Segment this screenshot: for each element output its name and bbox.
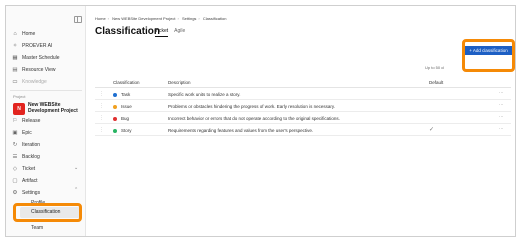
table-row[interactable]: ⋮ Issue Problems or obstacles hindering …: [95, 100, 511, 112]
table-row[interactable]: ⋮ Bug Incorrect behavior or errors that …: [95, 112, 511, 124]
more-icon[interactable]: ···: [499, 102, 504, 107]
tab-ticket[interactable]: Ticket: [155, 28, 169, 37]
project-logo: N: [13, 103, 25, 115]
color-dot: [113, 128, 117, 133]
classification-cell: Bug: [113, 116, 129, 121]
breadcrumb-settings[interactable]: Settings: [182, 16, 196, 21]
checkmark-icon: ✓: [429, 127, 435, 133]
chevron-up-icon[interactable]: ⌃: [74, 187, 78, 193]
main-content: Home › New WEBSite Development Project › S…: [87, 6, 515, 236]
breadcrumb-home[interactable]: Home: [95, 16, 106, 21]
sidebar-item-knowledge[interactable]: ▭ Knowledge: [12, 77, 82, 86]
project-name[interactable]: New WEBSite Development Project: [28, 102, 84, 114]
release-icon: ⚐: [12, 117, 18, 124]
page-title: Classification: [95, 26, 161, 37]
description-cell: Specific work units to realize a story.: [168, 92, 241, 97]
table-row[interactable]: ⋮ Story Requirements regarding features …: [95, 124, 511, 136]
sidebar-item-settings[interactable]: ⚙ Settings: [12, 188, 82, 197]
breadcrumb-project[interactable]: New WEBSite Development Project: [112, 16, 175, 21]
classification-cell: Issue: [113, 104, 132, 109]
table-header: Classification Description Default: [95, 76, 511, 88]
more-icon[interactable]: ···: [499, 90, 504, 95]
project-section-label: Project: [13, 94, 26, 99]
limit-note: Up to 50 cl: [425, 65, 445, 70]
sidebar-item-backlog[interactable]: ☰ Backlog: [12, 152, 82, 161]
gear-icon: ⚙: [12, 189, 18, 196]
sidebar-item-label: Release: [22, 117, 41, 124]
chevron-down-icon[interactable]: ⌄: [74, 165, 78, 171]
description-cell: Requirements regarding features and valu…: [168, 128, 314, 133]
breadcrumb-current: Classification: [202, 16, 227, 21]
sidebar-item-master-schedule[interactable]: ▦ Master Schedule: [12, 53, 82, 62]
sparkle-icon: ✧: [12, 42, 18, 49]
drag-handle-icon[interactable]: ⋮: [99, 127, 104, 133]
classification-table: Classification Description Default ⋮ Tas…: [95, 76, 511, 136]
home-icon: ⌂: [13, 30, 17, 37]
drag-handle-icon[interactable]: ⋮: [99, 91, 104, 97]
description-cell: Problems or obstacles hindering the prog…: [168, 104, 335, 109]
sidebar-item-label: Artifact: [22, 177, 38, 184]
table-row[interactable]: ⋮ Task Specific work units to realize a …: [95, 88, 511, 100]
drag-handle-icon[interactable]: ⋮: [99, 115, 104, 121]
color-dot: [113, 104, 117, 109]
sidebar-item-label: Knowledge: [22, 78, 47, 85]
sidebar-item-proever-ai[interactable]: ✧ PROEVER AI: [12, 41, 82, 50]
breadcrumb: Home › New WEBSite Development Project › S…: [95, 16, 227, 21]
color-dot: [113, 116, 117, 121]
sidebar-item-release[interactable]: ⚐ Release: [12, 116, 82, 125]
column-header-description: Description: [168, 80, 191, 85]
sidebar-item-label: Backlog: [22, 153, 40, 160]
resource-icon: ▤: [12, 66, 18, 73]
sidebar-item-label: Master Schedule: [22, 54, 60, 61]
drag-handle-icon[interactable]: ⋮: [99, 103, 104, 109]
sidebar-item-label: Iteration: [22, 141, 41, 148]
divider: [10, 90, 82, 91]
column-header-classification: Classification: [113, 80, 140, 85]
epic-icon: ▣: [12, 129, 18, 136]
iteration-icon: ↻: [12, 141, 18, 148]
artifact-icon: ▢: [12, 177, 18, 184]
sidebar-item-label: Epic: [22, 129, 32, 136]
sidebar-subitem-team[interactable]: Team: [31, 225, 43, 231]
highlight-classification-menu: [13, 203, 82, 222]
more-icon[interactable]: ···: [499, 114, 504, 119]
sidebar-item-label: Resource View: [22, 66, 56, 73]
highlight-add-button: [462, 39, 515, 72]
calendar-icon: ▦: [12, 54, 18, 61]
ticket-icon: ◇: [12, 165, 18, 172]
tab-bar: Ticket Agile: [155, 28, 185, 37]
sidebar-item-artifact[interactable]: ▢ Artifact: [12, 176, 82, 185]
sidebar-item-label: Home: [22, 30, 36, 37]
color-dot: [113, 92, 117, 97]
book-icon: ▭: [12, 78, 18, 85]
app-window: ⌂ Home ✧ PROEVER AI ▦ Master Schedule ▤ …: [5, 5, 516, 237]
description-cell: Incorrect behavior or errors that do not…: [168, 116, 340, 121]
sidebar-item-home[interactable]: ⌂ Home: [12, 29, 82, 38]
sidebar-item-label: PROEVER AI: [22, 42, 53, 49]
sidebar-item-label: Settings: [22, 189, 41, 196]
more-icon[interactable]: ···: [499, 126, 504, 131]
sidebar-item-ticket[interactable]: ◇ Ticket: [12, 164, 82, 173]
sidebar-item-label: Ticket: [22, 165, 36, 172]
classification-cell: Story: [113, 128, 132, 133]
column-header-default: Default: [429, 80, 444, 85]
classification-cell: Task: [113, 92, 130, 97]
tab-agile[interactable]: Agile: [174, 28, 185, 37]
sidebar-item-resource-view[interactable]: ▤ Resource View: [12, 65, 82, 74]
backlog-icon: ☰: [12, 153, 18, 160]
sidebar-item-epic[interactable]: ▣ Epic: [12, 128, 82, 137]
sidebar-item-iteration[interactable]: ↻ Iteration: [12, 140, 82, 149]
sidebar-collapse-icon[interactable]: [74, 16, 82, 23]
